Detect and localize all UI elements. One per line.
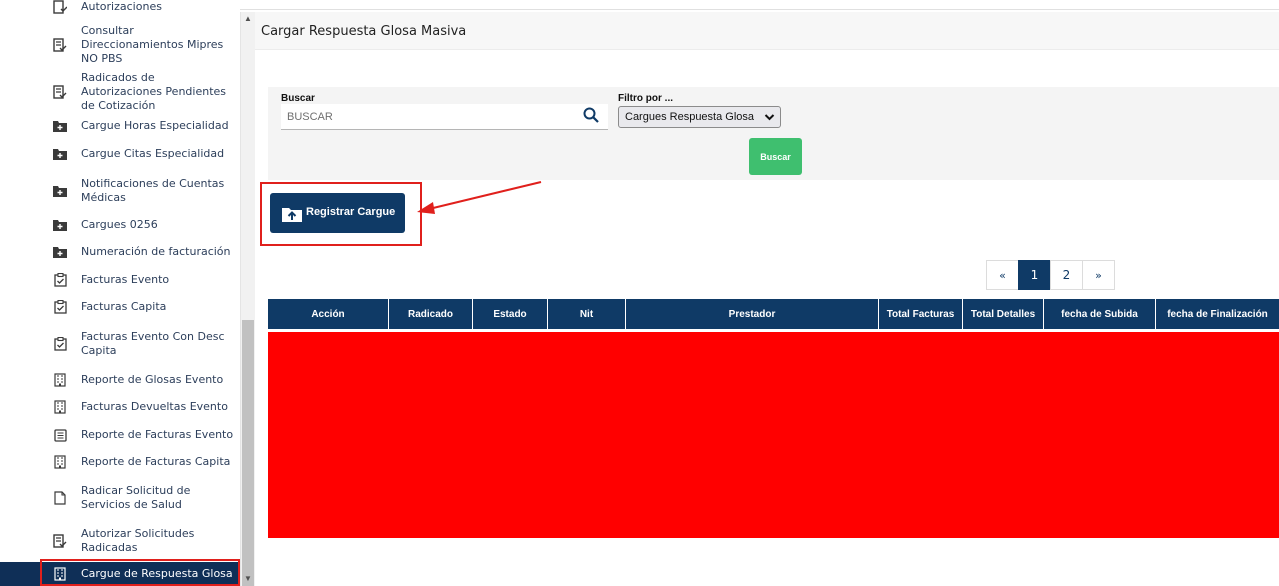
list-doc-icon (52, 427, 68, 443)
sidebar-item-facturas-desc-capita[interactable]: Facturas Evento Con Desc Capita (0, 324, 240, 364)
sidebar-item-label: Cargue Citas Especialidad (81, 147, 225, 160)
folder-plus-icon (52, 146, 68, 162)
pagination-page-2[interactable]: 2 (1050, 260, 1083, 290)
table-header: Acción Radicado Estado Nit Prestador Tot… (268, 299, 1279, 329)
buscar-button[interactable]: Buscar (749, 138, 802, 175)
filter-panel: Buscar Filtro por ... Cargues Respuesta … (268, 87, 1279, 180)
sidebar-item-radicados-autorizaciones[interactable]: Radicados de Autorizaciones Pendientes d… (0, 71, 240, 112)
results-table: Acción Radicado Estado Nit Prestador Tot… (268, 299, 1279, 538)
sidebar-item-label: Radicados de Autorizaciones Pendientes d… (81, 71, 227, 112)
table-body-redacted (268, 332, 1279, 538)
search-icon[interactable] (583, 107, 599, 123)
title-bar: Cargar Respuesta Glosa Masiva (255, 12, 1279, 50)
sidebar-scrollbar[interactable]: ▲ ▼ (240, 12, 255, 586)
sidebar-item-reporte-facturas-evento[interactable]: Reporte de Facturas Evento (0, 425, 240, 445)
building-icon (52, 372, 68, 388)
filter-select[interactable]: Cargues Respuesta Glosa (618, 106, 781, 128)
sidebar-item-autorizar-solicitudes[interactable]: Autorizar Solicitudes Radicadas (0, 522, 240, 560)
sidebar-item-label: Radicar Solicitud de Servicios de Salud (81, 484, 191, 511)
sidebar-item-citas-especialidad[interactable]: Cargue Citas Especialidad (0, 144, 240, 164)
sidebar-item-label: Autorizaciones (81, 0, 162, 13)
sidebar-item-label: Facturas Capita (81, 300, 167, 313)
sidebar-item-label: Facturas Devueltas Evento (81, 400, 228, 413)
checklist-icon (52, 533, 68, 549)
column-header-estado[interactable]: Estado (473, 299, 548, 329)
checklist-icon (52, 37, 68, 53)
app-root: Autorizaciones Consultar Direccionamient… (0, 0, 1279, 586)
sidebar-item-facturas-evento[interactable]: Facturas Evento (0, 270, 240, 290)
sidebar-item-notificaciones[interactable]: Notificaciones de Cuentas Médicas (0, 172, 240, 210)
clipboard-check-icon (52, 299, 68, 315)
sidebar-item-label: Cargue Horas Especialidad (81, 119, 229, 132)
column-header-fecha-subida[interactable]: fecha de Subida (1044, 299, 1156, 329)
annotation-arrow-icon (417, 181, 542, 214)
sidebar-item-label: Cargues 0256 (81, 218, 158, 231)
scroll-up-arrow-icon[interactable]: ▲ (241, 12, 255, 26)
column-header-radicado[interactable]: Radicado (389, 299, 473, 329)
sidebar-item-label: Notificaciones de Cuentas Médicas (81, 177, 225, 204)
column-header-fecha-finalizacion[interactable]: fecha de Finalización (1156, 299, 1279, 329)
checklist-icon (52, 0, 68, 15)
scroll-thumb[interactable] (242, 320, 254, 586)
upload-folder-icon (282, 206, 302, 222)
sidebar-item-label: Facturas Evento Con Desc Capita (81, 330, 225, 357)
folder-plus-icon (52, 217, 68, 233)
folder-plus-icon (52, 244, 68, 260)
sidebar-item-mipres[interactable]: Consultar Direccionamientos Mipres NO PB… (0, 24, 240, 65)
main-content: Cargar Respuesta Glosa Masiva Buscar Fil… (255, 12, 1279, 586)
highlight-box-sidebar (40, 559, 240, 586)
sidebar-item-numeracion[interactable]: Numeración de facturación (0, 242, 240, 262)
sidebar-item-horas-especialidad[interactable]: Cargue Horas Especialidad (0, 116, 240, 136)
chevron-down-icon (764, 111, 775, 126)
clipboard-check-icon (52, 272, 68, 288)
filter-label: Filtro por ... (618, 93, 673, 104)
scroll-down-arrow-icon[interactable]: ▼ (241, 572, 255, 586)
column-header-total-facturas[interactable]: Total Facturas (879, 299, 963, 329)
registrar-cargue-label: Registrar Cargue (306, 206, 396, 218)
sidebar-item-radicar-solicitud[interactable]: Radicar Solicitud de Servicios de Salud (0, 478, 240, 518)
sidebar: Autorizaciones Consultar Direccionamient… (0, 0, 240, 586)
sidebar-item-label: Facturas Evento (81, 273, 170, 286)
sidebar-item-label: Reporte de Glosas Evento (81, 373, 224, 386)
pagination-page-1[interactable]: 1 (1018, 260, 1051, 290)
registrar-cargue-button[interactable]: Registrar Cargue (270, 193, 405, 233)
clipboard-check-icon (52, 336, 68, 352)
column-header-accion[interactable]: Acción (268, 299, 389, 329)
folder-plus-icon (52, 118, 68, 134)
search-label: Buscar (281, 93, 315, 104)
column-header-total-detalles[interactable]: Total Detalles (963, 299, 1044, 329)
pagination: « 1 2 » (986, 260, 1115, 290)
sidebar-item-facturas-devueltas[interactable]: Facturas Devueltas Evento (0, 397, 240, 417)
document-icon (52, 490, 68, 506)
folder-plus-icon (52, 183, 68, 199)
sidebar-item-cargues-0256[interactable]: Cargues 0256 (0, 215, 240, 235)
pagination-next[interactable]: » (1082, 260, 1115, 290)
column-header-prestador[interactable]: Prestador (626, 299, 879, 329)
page-title: Cargar Respuesta Glosa Masiva (261, 24, 467, 39)
sidebar-item-facturas-capita[interactable]: Facturas Capita (0, 297, 240, 317)
sidebar-item-reporte-glosas[interactable]: Reporte de Glosas Evento (0, 370, 240, 390)
sidebar-item-autorizaciones[interactable]: Autorizaciones (0, 0, 240, 16)
column-header-nit[interactable]: Nit (548, 299, 626, 329)
checklist-icon (52, 84, 68, 100)
filter-select-value: Cargues Respuesta Glosa (625, 111, 755, 123)
building-icon (52, 399, 68, 415)
sidebar-item-label: Autorizar Solicitudes Radicadas (81, 527, 195, 554)
sidebar-item-label: Consultar Direccionamientos Mipres NO PB… (81, 24, 224, 65)
sidebar-item-reporte-facturas-capita[interactable]: Reporte de Facturas Capita (0, 452, 240, 472)
building-icon (52, 454, 68, 470)
search-input[interactable] (281, 104, 608, 130)
sidebar-item-label: Numeración de facturación (81, 245, 231, 258)
sidebar-item-label: Reporte de Facturas Evento (81, 428, 234, 441)
sidebar-item-label: Reporte de Facturas Capita (81, 455, 231, 468)
pagination-prev[interactable]: « (986, 260, 1019, 290)
